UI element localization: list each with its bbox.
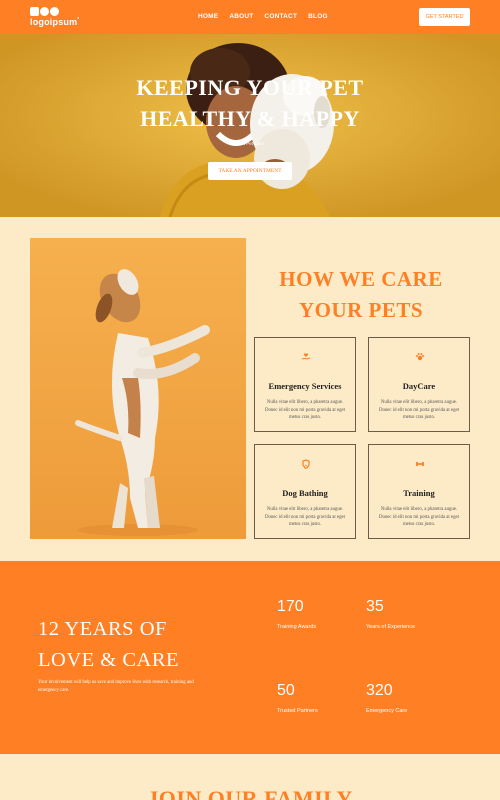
service-card-dog-bathing[interactable]: Dog Bathing Nulla vitae elit libero, a p… <box>254 444 356 539</box>
service-card-daycare[interactable]: DayCare Nulla vitae elit libero, a phare… <box>368 337 470 432</box>
card-text: Nulla vitae elit libero, a pharetra augu… <box>265 400 345 420</box>
get-started-button[interactable]: GET STARTED <box>419 8 470 26</box>
stat-emergency-care: 320 Emergency Care <box>366 682 407 714</box>
logo-text: logoipsum° <box>30 17 80 27</box>
dog-illustration <box>30 238 246 539</box>
nav-about[interactable]: ABOUT <box>229 13 253 20</box>
card-text: Nulla vitae elit libero, a pharetra augu… <box>379 400 459 420</box>
stat-value: 35 <box>366 598 384 615</box>
stat-label: Years of Experience <box>366 624 416 630</box>
hero-subtitle: Best Pet Care <box>235 141 264 146</box>
care-section-title: HOW WE CARE YOUR PETS <box>279 267 443 322</box>
stat-label: Training Awards <box>277 624 317 630</box>
join-section-title: JOIN OUR FAMILY <box>147 786 353 800</box>
bone-icon <box>415 461 425 467</box>
stat-training-awards: 170 Training Awards <box>277 598 316 630</box>
stats-section: 12 YEARS OF LOVE & CARE Your involvement… <box>0 561 500 754</box>
dog-head-icon <box>302 459 310 469</box>
card-text: Nulla vitae elit libero, a pharetra augu… <box>265 507 345 527</box>
card-title: DayCare <box>402 381 436 391</box>
card-title: Emergency Services <box>268 381 342 391</box>
nav-blog[interactable]: BLOG <box>308 13 328 20</box>
service-card-emergency[interactable]: Emergency Services Nulla vitae elit libe… <box>254 337 356 432</box>
service-card-training[interactable]: Training Nulla vitae elit libero, a phar… <box>368 444 470 539</box>
logo[interactable]: logoipsum° <box>30 7 79 29</box>
paw-icon <box>416 353 424 361</box>
hero-section: KEEPING YOUR PET HEALTHY & HAPPY Best Pe… <box>0 34 500 217</box>
stats-title: 12 YEARS OF LOVE & CARE <box>38 618 180 671</box>
card-text: Nulla vitae elit libero, a pharetra augu… <box>379 507 459 527</box>
top-navigation-bar: logoipsum° HOME ABOUT CONTACT BLOG GET S… <box>0 0 500 34</box>
hand-heart-icon <box>301 353 311 360</box>
nav-contact[interactable]: CONTACT <box>264 13 297 20</box>
hero-title: KEEPING YOUR PET HEALTHY & HAPPY <box>136 75 364 131</box>
stat-trusted-partners: 50 Trusted Partners <box>277 682 318 714</box>
stats-description: Your involvement will help us save and i… <box>38 680 194 693</box>
main-nav: HOME ABOUT CONTACT BLOG <box>198 13 328 20</box>
logo-mark-icon <box>30 7 60 17</box>
card-title: Dog Bathing <box>282 488 328 498</box>
stat-value: 170 <box>277 598 304 615</box>
stat-label: Emergency Care <box>366 708 408 714</box>
take-appointment-button[interactable]: TAKE AN APPOINTMENT <box>208 162 292 180</box>
nav-home[interactable]: HOME <box>198 13 218 20</box>
stat-years-experience: 35 Years of Experience <box>366 598 415 630</box>
stat-value: 320 <box>366 682 393 699</box>
card-title: Training <box>403 488 435 498</box>
jumping-dog-photo <box>30 238 246 539</box>
stat-value: 50 <box>277 682 295 699</box>
stat-label: Trusted Partners <box>277 708 318 714</box>
